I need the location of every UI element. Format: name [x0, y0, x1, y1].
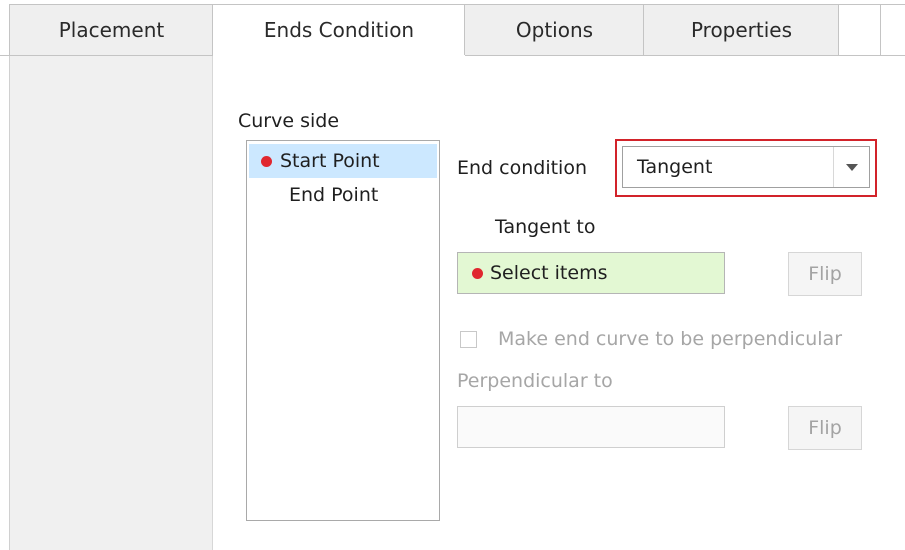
curve-side-label: Curve side — [238, 110, 340, 132]
tangent-flip-button[interactable]: Flip — [788, 252, 862, 296]
list-item-label: End Point — [289, 184, 379, 206]
required-red-dot-icon — [472, 267, 483, 279]
end-condition-label: End condition — [457, 157, 587, 179]
end-condition-value: Tangent — [637, 156, 713, 178]
perpendicular-flip-button[interactable]: Flip — [788, 406, 862, 450]
list-item-label: Start Point — [280, 150, 380, 172]
tab-strip-filler-end — [880, 4, 905, 56]
chevron-down-icon — [845, 163, 858, 171]
list-item-start-point[interactable]: Start Point — [249, 144, 437, 178]
perpendicular-to-label: Perpendicular to — [457, 370, 613, 392]
perpendicular-to-collector[interactable] — [457, 406, 725, 448]
active-tab-gap — [213, 55, 465, 57]
tangent-to-collector[interactable]: Select items — [457, 252, 725, 294]
left-side-panel — [9, 56, 213, 550]
tangent-to-collector-text: Select items — [490, 262, 608, 284]
tab-strip-filler — [838, 4, 882, 56]
tab-strip: Placement Ends Condition Options Propert… — [0, 0, 905, 62]
tangent-to-label: Tangent to — [495, 216, 596, 238]
tab-properties[interactable]: Properties — [643, 4, 840, 56]
dropdown-arrow-button[interactable] — [833, 147, 869, 187]
tab-ends-condition[interactable]: Ends Condition — [212, 4, 466, 56]
list-item-end-point[interactable]: End Point — [249, 178, 437, 212]
end-condition-dropdown[interactable]: Tangent — [622, 146, 870, 188]
perpendicular-checkbox[interactable] — [460, 331, 477, 348]
curve-side-list[interactable]: Start Point End Point — [246, 140, 440, 521]
perpendicular-checkbox-label: Make end curve to be perpendicular — [498, 328, 843, 350]
tab-options[interactable]: Options — [464, 4, 645, 56]
required-red-dot-icon — [261, 155, 272, 167]
tab-placement[interactable]: Placement — [9, 4, 214, 56]
